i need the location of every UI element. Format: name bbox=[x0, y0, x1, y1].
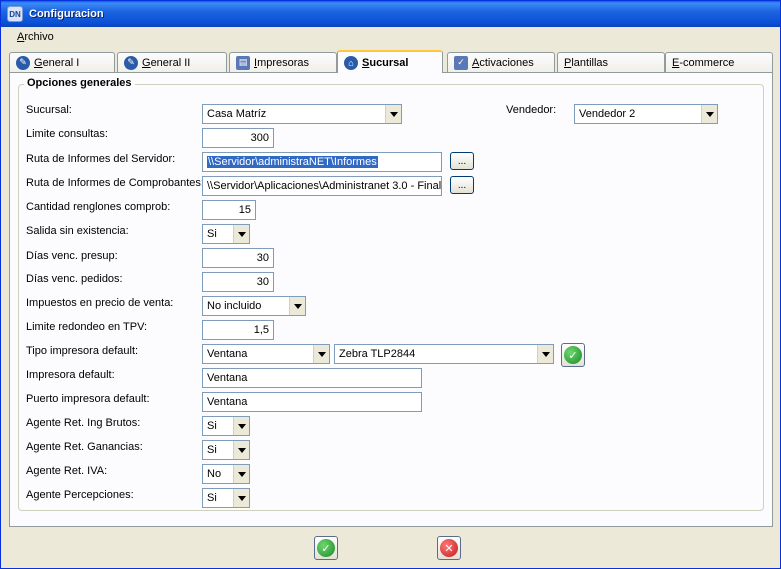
puerto-impresora-label: Puerto impresora default: bbox=[26, 393, 150, 405]
dias-pedidos-input[interactable]: 30 bbox=[202, 272, 274, 292]
limite-redondeo-input[interactable]: 1,5 bbox=[202, 320, 274, 340]
impresora-default-label: Impresora default: bbox=[26, 369, 115, 381]
ruta-comprobantes-input[interactable]: \\Servidor\Aplicaciones\Administranet 3.… bbox=[202, 176, 442, 196]
agente-iibb-label: Agente Ret. Ing Brutos: bbox=[26, 417, 141, 429]
config-window: DN Configuracion Archivo ✎ General I ✎ G… bbox=[0, 0, 781, 569]
menu-bar: Archivo bbox=[1, 27, 780, 47]
app-icon: DN bbox=[7, 6, 23, 22]
cantidad-renglones-input[interactable]: 15 bbox=[202, 200, 256, 220]
agente-percepciones-select[interactable]: Si bbox=[202, 488, 250, 508]
dias-presup-label: Días venc. presup: bbox=[26, 250, 118, 262]
ruta-servidor-input[interactable]: \\Servidor\administraNET\Informes bbox=[202, 152, 442, 172]
tab-sucursal[interactable]: ⌂ Sucursal bbox=[337, 50, 443, 73]
sucursal-panel: Opciones generales Sucursal: Casa Matríz… bbox=[9, 72, 773, 527]
vendedor-label: Vendedor: bbox=[506, 104, 557, 116]
wrench-icon: ✎ bbox=[124, 55, 138, 70]
tab-general-ii[interactable]: ✎ General II bbox=[117, 52, 227, 72]
impuestos-label: Impuestos en precio de venta: bbox=[26, 297, 174, 309]
chevron-down-icon[interactable] bbox=[289, 297, 305, 315]
chevron-down-icon[interactable] bbox=[233, 465, 249, 483]
check-icon: ✓ bbox=[564, 346, 582, 364]
chevron-down-icon[interactable] bbox=[313, 345, 329, 363]
cantidad-renglones-label: Cantidad renglones comprob: bbox=[26, 201, 171, 213]
tipo-impresora-label: Tipo impresora default: bbox=[26, 345, 139, 357]
ruta-comprobantes-label: Ruta de Informes de Comprobantes: bbox=[26, 177, 204, 189]
chevron-down-icon[interactable] bbox=[701, 105, 717, 123]
impuestos-select[interactable]: No incluido bbox=[202, 296, 306, 316]
tab-ecommerce[interactable]: E-commerce bbox=[665, 52, 773, 72]
ruta-comprobantes-browse-button[interactable]: ... bbox=[450, 176, 474, 194]
confirm-printer-button[interactable]: ✓ bbox=[561, 343, 585, 367]
tipo-impresora-select[interactable]: Ventana bbox=[202, 344, 330, 364]
group-title: Opciones generales bbox=[24, 77, 135, 89]
agente-iva-label: Agente Ret. IVA: bbox=[26, 465, 108, 477]
tab-plantillas[interactable]: Plantillas bbox=[557, 52, 665, 72]
chevron-down-icon[interactable] bbox=[385, 105, 401, 123]
chevron-down-icon[interactable] bbox=[233, 225, 249, 243]
title-bar[interactable]: DN Configuracion bbox=[1, 1, 780, 27]
ok-button[interactable]: ✓ bbox=[314, 536, 338, 560]
agente-ganancias-select[interactable]: Si bbox=[202, 440, 250, 460]
tab-general-i[interactable]: ✎ General I bbox=[9, 52, 115, 72]
chevron-down-icon[interactable] bbox=[537, 345, 553, 363]
cancel-icon: ✕ bbox=[440, 539, 458, 557]
dias-presup-input[interactable]: 30 bbox=[202, 248, 274, 268]
impresora-default-input[interactable]: Ventana bbox=[202, 368, 422, 388]
impresora-modelo-select[interactable]: Zebra TLP2844 bbox=[334, 344, 554, 364]
sucursal-select[interactable]: Casa Matríz bbox=[202, 104, 402, 124]
vendedor-select[interactable]: Vendedor 2 bbox=[574, 104, 718, 124]
cancel-button[interactable]: ✕ bbox=[437, 536, 461, 560]
salida-sin-existencia-select[interactable]: Si bbox=[202, 224, 250, 244]
chevron-down-icon[interactable] bbox=[233, 417, 249, 435]
agente-iva-select[interactable]: No bbox=[202, 464, 250, 484]
checkbox-icon: ✓ bbox=[454, 55, 468, 70]
limite-redondeo-label: Limite redondeo en TPV: bbox=[26, 321, 148, 333]
building-icon: ⌂ bbox=[344, 55, 358, 70]
tab-impresoras[interactable]: ▤ Impresoras bbox=[229, 52, 337, 72]
limite-consultas-input[interactable]: 300 bbox=[202, 128, 274, 148]
agente-iibb-select[interactable]: Si bbox=[202, 416, 250, 436]
dias-pedidos-label: Días venc. pedidos: bbox=[26, 273, 123, 285]
menu-archivo[interactable]: Archivo bbox=[11, 29, 60, 45]
chevron-down-icon[interactable] bbox=[233, 489, 249, 507]
printer-icon: ▤ bbox=[236, 55, 250, 70]
agente-percepciones-label: Agente Percepciones: bbox=[26, 489, 134, 501]
limite-consultas-label: Limite consultas: bbox=[26, 128, 108, 140]
ruta-servidor-label: Ruta de Informes del Servidor: bbox=[26, 153, 176, 165]
window-title: Configuracion bbox=[29, 8, 104, 20]
wrench-icon: ✎ bbox=[16, 55, 30, 70]
ruta-servidor-browse-button[interactable]: ... bbox=[450, 152, 474, 170]
salida-sin-existencia-label: Salida sin existencia: bbox=[26, 225, 129, 237]
sucursal-label: Sucursal: bbox=[26, 104, 72, 116]
puerto-impresora-input[interactable]: Ventana bbox=[202, 392, 422, 412]
tab-strip: ✎ General I ✎ General II ▤ Impresoras ⌂ … bbox=[9, 50, 773, 73]
check-icon: ✓ bbox=[317, 539, 335, 557]
tab-activaciones[interactable]: ✓ Activaciones bbox=[447, 52, 555, 72]
chevron-down-icon[interactable] bbox=[233, 441, 249, 459]
agente-ganancias-label: Agente Ret. Ganancias: bbox=[26, 441, 143, 453]
